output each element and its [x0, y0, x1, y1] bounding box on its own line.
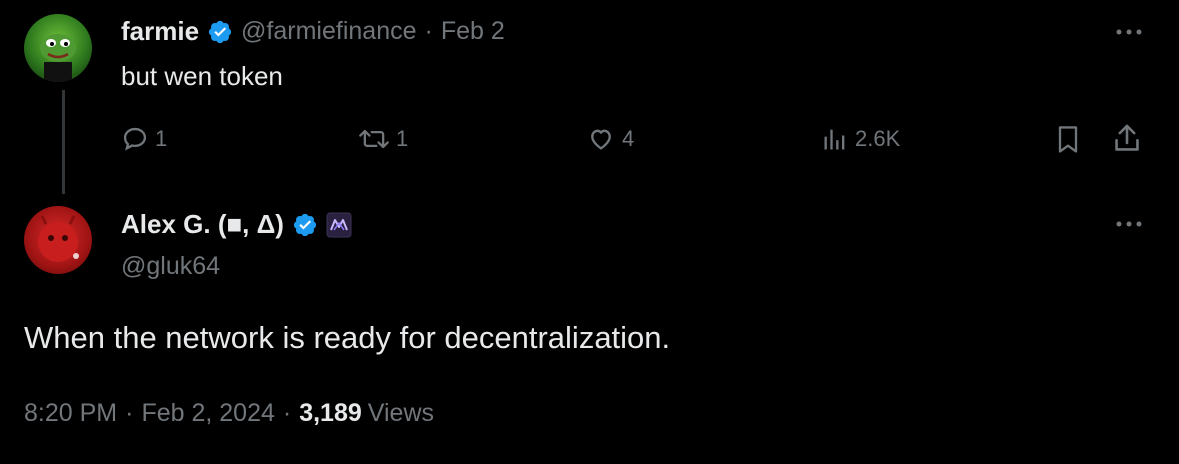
tweet2-text: When the network is ready for decentrali…: [24, 320, 671, 355]
tweet1-separator: ·: [424, 17, 433, 45]
views-count: 2.6K: [855, 126, 901, 151]
tweet1-date[interactable]: Feb 2: [441, 17, 505, 46]
tweet2-display-name[interactable]: Alex G. (■, Δ): [121, 209, 284, 240]
avatar-gluk64[interactable]: [24, 206, 92, 274]
tweet2-separator-2: ·: [282, 399, 292, 427]
more-options-icon[interactable]: [1114, 214, 1144, 234]
share-icon[interactable]: [1111, 122, 1143, 156]
tweet2-handle[interactable]: @gluk64: [121, 252, 220, 281]
like-count: 4: [622, 126, 635, 151]
heart-icon: [591, 129, 611, 150]
tweet1-handle[interactable]: @farmiefinance: [241, 17, 416, 46]
tweet2-time[interactable]: 8:20 PM: [24, 399, 117, 428]
tweet2-header: Alex G. (■, Δ): [121, 209, 352, 240]
tweet1-header: farmie @farmiefinance · Feb 2: [121, 16, 505, 47]
retweet-count: 1: [396, 126, 409, 151]
tweet2-views-count[interactable]: 3,189: [299, 399, 362, 428]
more-options-icon[interactable]: [1114, 22, 1144, 42]
tweet1-text: but wen token: [121, 61, 283, 91]
avatar-farmie[interactable]: [24, 14, 92, 82]
affiliate-badge-icon[interactable]: [326, 212, 352, 238]
tweet1-display-name[interactable]: farmie: [121, 16, 199, 47]
pepe-avatar-art: [40, 34, 76, 82]
robot-avatar-art: [38, 215, 79, 262]
views-button[interactable]: 2.6K: [821, 125, 900, 153]
tweet2-date[interactable]: Feb 2, 2024: [141, 399, 274, 428]
bookmark-icon[interactable]: [1054, 124, 1082, 156]
retweet-button[interactable]: 1: [358, 125, 408, 153]
verified-badge-icon: [293, 213, 317, 236]
tweet2-meta: 8:20 PM · Feb 2, 2024 · 3,189 Views: [24, 399, 434, 428]
tweet2-views-label: Views: [367, 399, 435, 427]
analytics-icon: [824, 129, 845, 150]
tweet2-separator-1: ·: [125, 399, 134, 427]
reply-icon: [123, 127, 147, 151]
retweet-icon: [359, 129, 389, 149]
thread-connector-line: [62, 90, 65, 194]
verified-badge-icon: [208, 20, 232, 43]
reply-count: 1: [155, 126, 168, 151]
like-button[interactable]: 4: [586, 125, 634, 153]
reply-button[interactable]: 1: [121, 125, 167, 153]
